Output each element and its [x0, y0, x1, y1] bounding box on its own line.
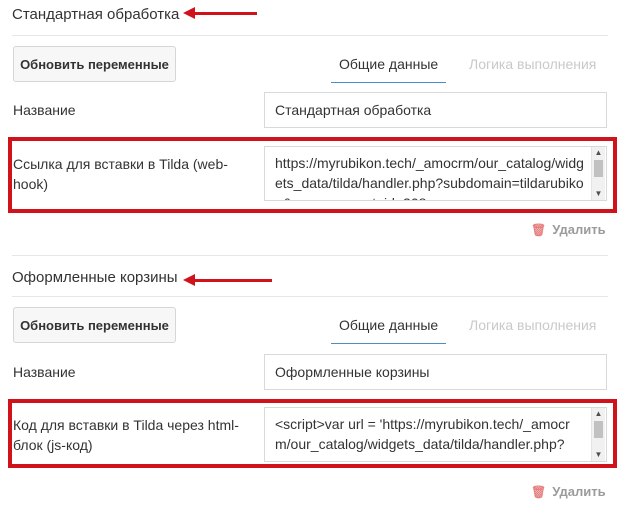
trash-icon: 🗑: [531, 222, 547, 237]
delete-label: Удалить: [552, 222, 606, 237]
active-tab-underline: [331, 82, 446, 83]
tab-general-data[interactable]: Общие данные: [339, 317, 438, 333]
name-input[interactable]: Стандартная обработка: [264, 92, 607, 128]
tab-execution-logic[interactable]: Логика выполнения: [469, 317, 596, 333]
name-label: Название: [13, 102, 76, 118]
section-title: Стандартная обработка: [12, 6, 180, 23]
section-divider: [12, 35, 608, 36]
refresh-variables-button[interactable]: Обновить переменные: [13, 46, 176, 82]
delete-button[interactable]: 🗑 Удалить: [531, 484, 606, 499]
name-input[interactable]: Оформленные корзины: [264, 354, 607, 390]
section-divider: [12, 296, 608, 297]
name-label: Название: [13, 364, 76, 380]
annotation-highlight-box: [8, 399, 617, 468]
tab-execution-logic[interactable]: Логика выполнения: [469, 56, 596, 72]
section-separator: [12, 255, 608, 256]
delete-label: Удалить: [552, 484, 606, 499]
active-tab-underline: [331, 343, 446, 344]
annotation-highlight-box: [8, 137, 617, 213]
refresh-variables-button[interactable]: Обновить переменные: [13, 307, 176, 343]
trash-icon: 🗑: [531, 484, 547, 499]
section-title: Оформленные корзины: [12, 269, 178, 286]
delete-button[interactable]: 🗑 Удалить: [531, 222, 606, 237]
tab-general-data[interactable]: Общие данные: [339, 56, 438, 72]
